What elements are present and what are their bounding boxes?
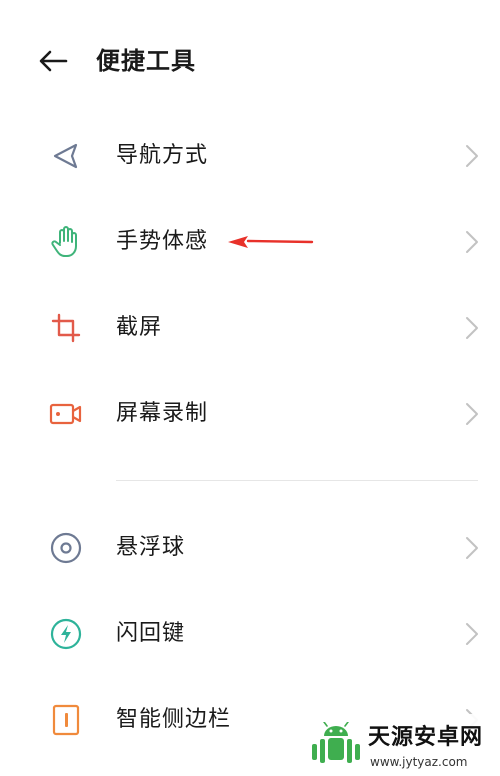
list-item-screenshot[interactable]: 截屏 (0, 288, 500, 368)
list-item-label: 手势体感 (116, 229, 209, 254)
watermark: 天源安卓网 www.jytyaz.com (304, 714, 500, 776)
list-item-label: 悬浮球 (116, 535, 186, 560)
watermark-url: www.jytyaz.com (370, 755, 468, 769)
chevron-right-icon (466, 403, 478, 425)
hand-gesture-icon (46, 222, 86, 262)
chevron-right-icon (466, 317, 478, 339)
watermark-name: 天源安卓网 (368, 725, 484, 750)
arrow-left-icon (39, 50, 68, 72)
section-divider (116, 480, 478, 481)
app-header: 便捷工具 (0, 0, 500, 124)
sidebar-icon (46, 700, 86, 740)
video-record-icon (46, 394, 86, 434)
flash-back-icon (46, 614, 86, 654)
chevron-right-icon (466, 231, 478, 253)
android-logo-icon (312, 722, 360, 763)
list-item-label: 截屏 (116, 315, 163, 340)
crop-icon (46, 308, 86, 348)
list-item-label: 闪回键 (116, 621, 186, 646)
list-item-flash-back[interactable]: 闪回键 (0, 594, 500, 674)
list-item-navigation[interactable]: 导航方式 (0, 116, 500, 196)
list-item-label: 屏幕录制 (116, 401, 209, 426)
chevron-right-icon (466, 623, 478, 645)
list-item-floating-ball[interactable]: 悬浮球 (0, 508, 500, 588)
annotation-arrow-icon (228, 236, 314, 248)
chevron-right-icon (466, 145, 478, 167)
float-ball-icon (46, 528, 86, 568)
page-title: 便捷工具 (96, 47, 196, 75)
list-item-label: 导航方式 (116, 143, 209, 168)
chevron-right-icon (466, 537, 478, 559)
navigation-icon (46, 136, 86, 176)
back-button[interactable] (36, 46, 70, 76)
list-item-label: 智能侧边栏 (116, 707, 232, 732)
list-item-screen-record[interactable]: 屏幕录制 (0, 374, 500, 454)
